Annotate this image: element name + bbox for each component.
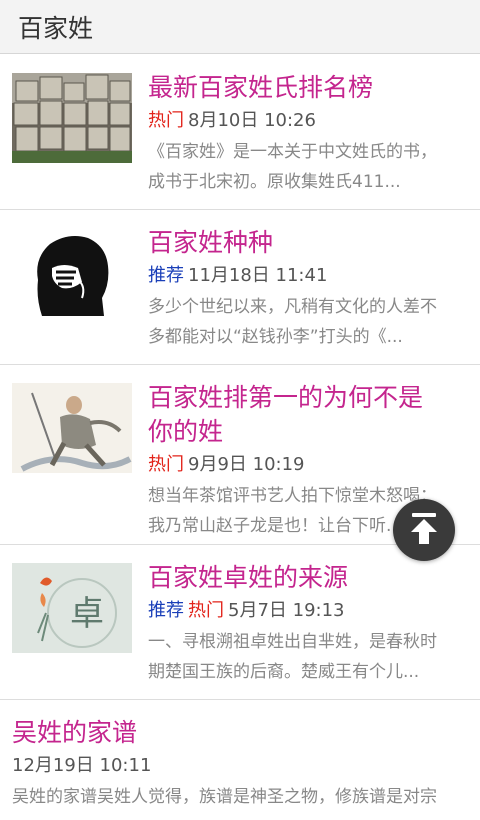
article-thumbnail [12, 228, 132, 318]
article-thumbnail: 卓 [12, 563, 132, 653]
summary-line: 成书于北宋初。原收集姓氏411... [148, 172, 401, 192]
article-meta: 热门 8月10日 10:26 [148, 107, 462, 135]
hot-badge: 热门 [148, 110, 184, 131]
arrow-up-to-top-icon [404, 508, 444, 552]
article-summary: 多少个世纪以来，凡稍有文化的人差不 多都能对以“赵钱孙李”打头的《... [148, 292, 462, 352]
recommended-badge: 推荐 [148, 600, 184, 621]
app-header: 百家姓 [0, 0, 480, 54]
article-date: 12月19日 10:11 [12, 755, 152, 776]
article-title: 百家姓种种 [148, 228, 274, 257]
hot-badge: 热门 [188, 600, 224, 621]
summary-line: 吴姓的家谱吴姓人觉得，族谱是神圣之物，修族谱是对宗 [12, 787, 437, 807]
article-meta: 推荐 11月18日 11:41 [148, 262, 462, 290]
article-date: 5月7日 19:13 [228, 600, 345, 621]
summary-line: 《百家姓》是一本关于中文姓氏的书， [148, 142, 437, 162]
article-date: 11月18日 11:41 [188, 265, 328, 286]
recommended-badge: 推荐 [148, 265, 184, 286]
summary-line: 期楚国王族的后裔。楚威王有个儿... [148, 662, 420, 682]
article-item-5[interactable]: 吴姓的家谱 12月19日 10:11 吴姓的家谱吴姓人觉得，族谱是神圣之物，修族… [0, 700, 480, 820]
article-item-1[interactable]: 最新百家姓氏排名榜 热门 8月10日 10:26 《百家姓》是一本关于中文姓氏的书… [0, 55, 480, 210]
article-meta: 12月19日 10:11 [12, 752, 462, 780]
article-meta: 热门 9月9日 10:19 [148, 451, 462, 479]
article-title: 百家姓排第一的为何不是 你的姓 [148, 381, 462, 449]
article-title: 吴姓的家谱 [12, 718, 138, 747]
article-summary: 一、寻根溯祖卓姓出自芈姓，是春秋时 期楚国王族的后裔。楚威王有个儿... [148, 627, 462, 687]
article-title: 百家姓卓姓的来源 [148, 563, 349, 592]
article-thumbnail [12, 73, 132, 163]
article-meta: 推荐 热门 5月7日 19:13 [148, 597, 462, 625]
article-title: 最新百家姓氏排名榜 [148, 73, 374, 102]
article-summary: 《百家姓》是一本关于中文姓氏的书， 成书于北宋初。原收集姓氏411... [148, 137, 462, 197]
summary-line: 多都能对以“赵钱孙李”打头的《... [148, 327, 403, 347]
thumbnail-character: 卓 [70, 594, 104, 634]
article-list: 最新百家姓氏排名榜 热门 8月10日 10:26 《百家姓》是一本关于中文姓氏的书… [0, 55, 480, 820]
article-summary: 吴姓的家谱吴姓人觉得，族谱是神圣之物，修族谱是对宗 [12, 782, 462, 812]
title-line: 百家姓排第一的为何不是 [148, 383, 424, 412]
hot-badge: 热门 [148, 454, 184, 475]
title-line: 你的姓 [148, 417, 224, 446]
summary-line: 多少个世纪以来，凡稍有文化的人差不 [148, 297, 437, 317]
article-item-2[interactable]: 百家姓种种 推荐 11月18日 11:41 多少个世纪以来，凡稍有文化的人差不 多… [0, 210, 480, 365]
article-thumbnail [12, 383, 132, 473]
page-title: 百家姓 [18, 13, 94, 43]
article-date: 9月9日 10:19 [188, 454, 305, 475]
summary-line: 一、寻根溯祖卓姓出自芈姓，是春秋时 [148, 632, 437, 652]
back-to-top-button[interactable] [393, 499, 455, 561]
article-item-4[interactable]: 卓 百家姓卓姓的来源 推荐 热门 5月7日 19:13 一、寻根溯祖卓姓出自芈姓，是… [0, 545, 480, 700]
article-date: 8月10日 10:26 [188, 110, 316, 131]
